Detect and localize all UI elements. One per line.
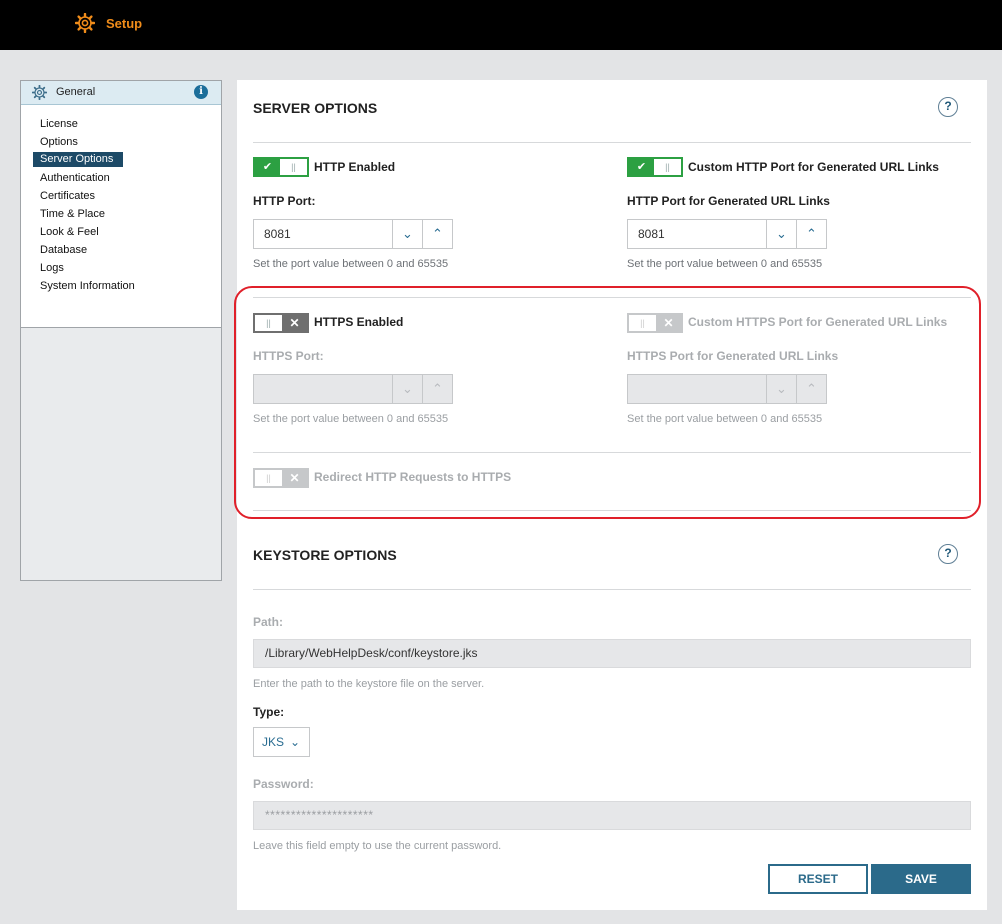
sidebar-item-authentication[interactable]: Authentication [33,169,213,187]
http-port-hint: Set the port value between 0 and 65535 [253,258,449,270]
top-bar: Setup [0,0,1002,50]
keystore-type-value: JKS [262,735,285,749]
http-gen-port-stepper[interactable]: 8081 ⌄ ⌃ [627,219,827,249]
https-port-label: HTTPS Port: [253,349,324,363]
close-icon: ✕ [282,315,307,331]
http-gen-port-label: HTTP Port for Generated URL Links [627,194,830,208]
keystore-password-field[interactable]: ********************* [253,801,971,830]
chevron-down-icon[interactable]: ⌄ [392,220,422,248]
chevron-up-icon[interactable]: ⌃ [796,220,826,248]
http-enabled-label: HTTP Enabled [314,160,396,174]
https-enabled-toggle[interactable]: || ✕ [253,313,309,333]
divider [253,589,971,590]
server-options-title: SERVER OPTIONS [253,100,378,116]
info-icon[interactable]: i [194,85,208,99]
app-title[interactable]: Setup [106,16,142,31]
sidebar-item-logs[interactable]: Logs [33,259,213,277]
keystore-type-label: Type: [253,705,285,719]
https-enabled-label: HTTPS Enabled [314,315,404,329]
divider [253,142,971,143]
chevron-down-icon[interactable]: ⌄ [766,220,796,248]
divider [253,510,971,511]
custom-http-port-label: Custom HTTP Port for Generated URL Links [688,160,939,174]
sidebar-item-license[interactable]: License [33,115,213,133]
keystore-password-label: Password: [253,777,314,791]
toggle-handle: || [291,162,296,172]
keystore-password-hint: Leave this field empty to use the curren… [253,840,502,852]
gear-icon [32,85,47,100]
redirect-https-label: Redirect HTTP Requests to HTTPS [314,470,512,484]
https-gen-port-stepper[interactable]: ⌄ ⌃ [627,374,827,404]
sidebar-empty-area [21,327,221,580]
keystore-path-field[interactable]: /Library/WebHelpDesk/conf/keystore.jks [253,639,971,668]
http-port-label: HTTP Port: [253,194,316,208]
custom-http-port-toggle[interactable]: ✔ || [627,157,683,177]
divider [253,297,971,298]
https-gen-port-hint: Set the port value between 0 and 65535 [627,413,823,425]
redirect-https-toggle[interactable]: || ✕ [253,468,309,488]
toggle-handle: || [266,318,271,328]
help-icon[interactable]: ? [938,97,958,117]
check-icon: ✔ [629,159,654,175]
http-enabled-toggle[interactable]: ✔ || [253,157,309,177]
sidebar-item-server-options[interactable]: Server Options [33,152,123,167]
https-port-hint: Set the port value between 0 and 65535 [253,413,449,425]
help-icon[interactable]: ? [938,544,958,564]
chevron-up-icon[interactable]: ⌃ [422,375,452,403]
sidebar-item-certificates[interactable]: Certificates [33,187,213,205]
toggle-handle: || [266,473,271,483]
http-gen-port-hint: Set the port value between 0 and 65535 [627,258,823,270]
sidebar-menu: License Options Server Options Authentic… [33,115,213,295]
sidebar-item-database[interactable]: Database [33,241,213,259]
custom-https-port-toggle[interactable]: || ✕ [627,313,683,333]
gear-icon[interactable] [75,13,95,33]
keystore-type-select[interactable]: JKS ⌄ [253,727,310,757]
chevron-up-icon[interactable]: ⌃ [422,220,452,248]
sidebar-item-options[interactable]: Options [33,133,213,151]
save-button[interactable]: SAVE [871,864,971,894]
chevron-down-icon: ⌄ [289,735,300,749]
https-gen-port-label: HTTPS Port for Generated URL Links [627,349,839,363]
keystore-path-label: Path: [253,615,283,629]
custom-https-port-label: Custom HTTPS Port for Generated URL Link… [688,315,948,329]
https-port-stepper[interactable]: ⌄ ⌃ [253,374,453,404]
sidebar-header-label: General [56,86,96,98]
http-port-stepper[interactable]: 8081 ⌄ ⌃ [253,219,453,249]
keystore-path-hint: Enter the path to the keystore file on t… [253,678,485,690]
sidebar-item-system-information[interactable]: System Information [33,277,213,295]
reset-button[interactable]: RESET [768,864,868,894]
sidebar-header[interactable]: General i [21,81,221,105]
toggle-handle: || [665,162,670,172]
sidebar: General i License Options Server Options… [20,80,222,581]
chevron-down-icon[interactable]: ⌄ [766,375,796,403]
sidebar-item-look-feel[interactable]: Look & Feel [33,223,213,241]
toggle-handle: || [640,318,645,328]
http-port-input[interactable]: 8081 [254,220,392,248]
server-options-panel: SERVER OPTIONS ? ✔ || HTTP Enabled ✔ || Cu… [237,80,987,910]
https-gen-port-input[interactable] [628,375,766,403]
divider [253,452,971,453]
check-icon: ✔ [255,159,280,175]
http-gen-port-input[interactable]: 8081 [628,220,766,248]
sidebar-item-time-place[interactable]: Time & Place [33,205,213,223]
keystore-options-title: KEYSTORE OPTIONS [253,547,397,563]
chevron-down-icon[interactable]: ⌄ [392,375,422,403]
https-port-input[interactable] [254,375,392,403]
close-icon: ✕ [656,315,681,331]
close-icon: ✕ [282,470,307,486]
chevron-up-icon[interactable]: ⌃ [796,375,826,403]
